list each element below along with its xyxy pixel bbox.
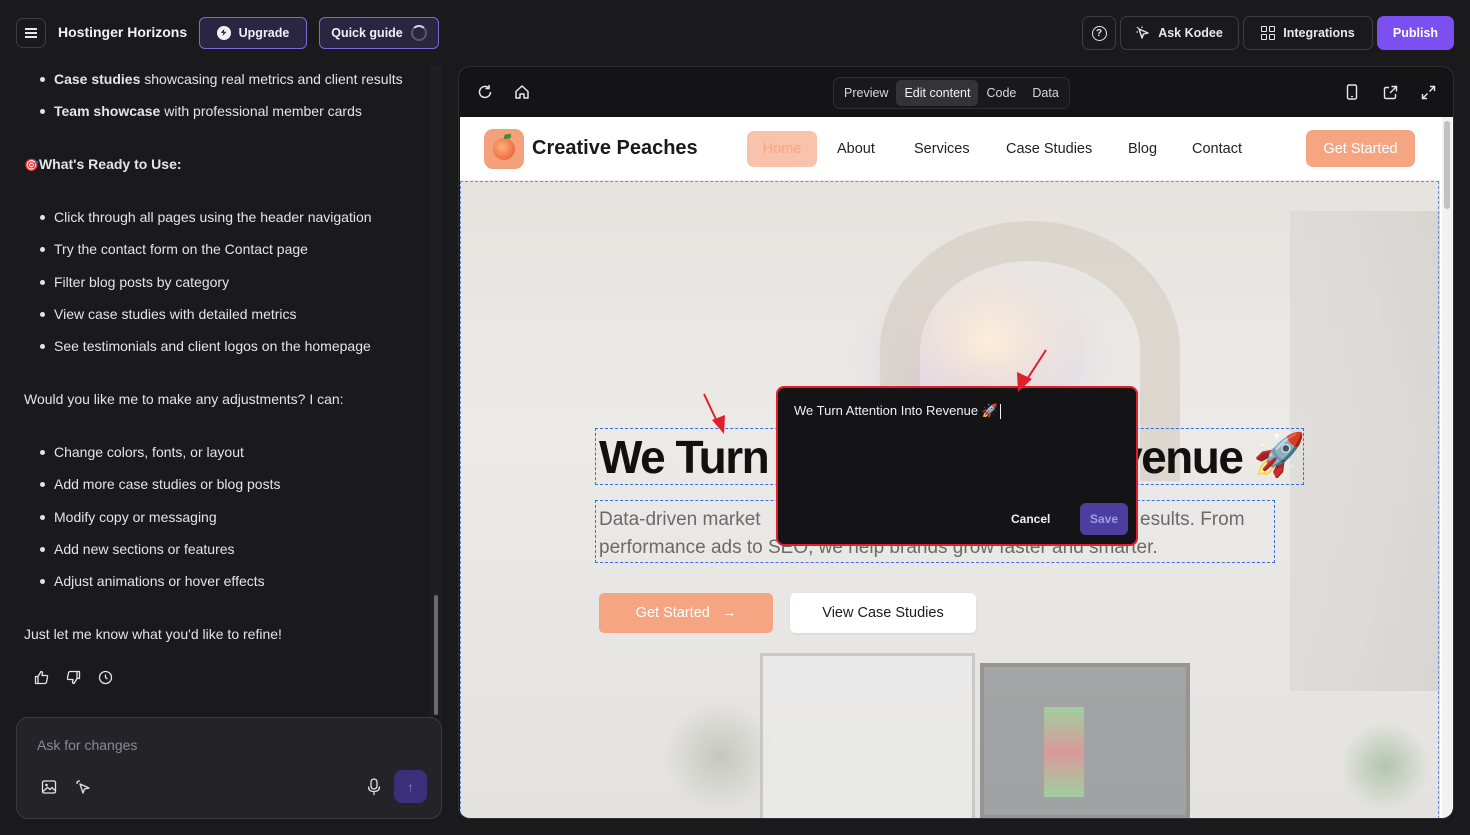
refresh-icon[interactable] <box>476 83 494 101</box>
arrow-right-icon: → <box>721 605 737 621</box>
site-scrollbar[interactable] <box>1442 117 1452 818</box>
list-item: Add more case studies or blog posts <box>40 476 280 492</box>
sparkle-cursor-icon <box>1136 26 1149 39</box>
bolt-icon <box>216 26 231 40</box>
list-item: Add new sections or features <box>40 541 235 557</box>
open-external-icon[interactable] <box>1381 83 1399 101</box>
annotation-arrow <box>703 393 725 434</box>
list-item: Modify copy or messaging <box>40 509 217 525</box>
feedback-row <box>33 669 113 685</box>
list-item: View case studies with detailed metrics <box>40 306 297 322</box>
text-caret <box>999 404 1001 420</box>
nav-services[interactable]: Services <box>914 131 970 167</box>
preview-panel: Preview Edit content Code Data Creative … <box>458 66 1454 819</box>
site-name[interactable]: Creative Peaches <box>532 137 698 160</box>
upgrade-label: Upgrade <box>238 26 290 40</box>
quick-guide-label: Quick guide <box>331 26 403 40</box>
app-title: Hostinger Horizons <box>58 24 188 40</box>
target-icon: 🎯 <box>24 158 39 172</box>
image-upload-icon[interactable] <box>41 779 57 795</box>
ask-kodee-button[interactable]: Ask Kodee <box>1120 16 1239 50</box>
integrations-label: Integrations <box>1283 26 1355 40</box>
tab-code[interactable]: Code <box>978 80 1024 106</box>
help-button[interactable]: ? <box>1082 16 1116 50</box>
hamburger-icon <box>25 29 37 37</box>
chat-panel: Case studies showcasing real metrics and… <box>0 66 440 711</box>
peach-icon <box>493 134 515 160</box>
hero-background-monitor <box>760 653 975 818</box>
list-item: Try the contact form on the Contact page <box>40 241 308 257</box>
hero-section: We Turn venue 🚀 Data-driven market esult… <box>460 181 1440 818</box>
mobile-view-icon[interactable] <box>1343 83 1361 101</box>
tab-preview[interactable]: Preview <box>836 80 896 106</box>
progress-ring-icon <box>410 25 427 41</box>
chat-closing: Just let me know what you'd like to refi… <box>24 626 282 642</box>
chat-scrollbar[interactable] <box>434 595 438 715</box>
thumbs-up-icon[interactable] <box>33 669 49 685</box>
list-item: Adjust animations or hover effects <box>40 573 265 589</box>
restore-icon[interactable] <box>97 669 113 685</box>
thumbs-down-icon[interactable] <box>65 669 81 685</box>
annotation-arrow <box>1017 349 1047 392</box>
chat-question: Would you like me to make any adjustment… <box>24 391 344 407</box>
chat-input-placeholder: Ask for changes <box>37 737 138 753</box>
send-button[interactable]: ↑ <box>394 770 427 803</box>
list-item: Click through all pages using the header… <box>40 209 372 225</box>
list-item: Change colors, fonts, or layout <box>40 444 244 460</box>
edit-text-popup: We Turn Attention Into Revenue 🚀 Cancel … <box>776 386 1138 546</box>
fullscreen-icon[interactable] <box>1419 83 1437 101</box>
list-item: Team showcase with professional member c… <box>40 103 362 119</box>
rocket-icon: 🚀 <box>1253 431 1306 478</box>
menu-button[interactable] <box>16 18 46 48</box>
edit-text-field[interactable]: We Turn Attention Into Revenue 🚀 <box>794 403 1001 420</box>
site-logo[interactable] <box>484 129 524 169</box>
view-tabs: Preview Edit content Code Data <box>833 77 1070 109</box>
list-item: See testimonials and client logos on the… <box>40 338 371 354</box>
header-get-started-button[interactable]: Get Started <box>1306 130 1415 167</box>
apps-grid-icon <box>1261 26 1276 40</box>
help-icon: ? <box>1091 25 1107 41</box>
preview-toolbar: Preview Edit content Code Data <box>459 67 1453 117</box>
list-item: Case studies showcasing real metrics and… <box>40 71 403 87</box>
section-heading: 🎯What's Ready to Use: <box>24 156 182 172</box>
hero-background-plant <box>1340 721 1430 811</box>
nav-case-studies[interactable]: Case Studies <box>1006 131 1092 167</box>
hero-get-started-button[interactable]: Get Started → <box>599 593 773 633</box>
nav-contact[interactable]: Contact <box>1192 131 1242 167</box>
site-preview: Creative Peaches Home About Services Cas… <box>460 117 1453 818</box>
tab-edit-content[interactable]: Edit content <box>896 80 979 106</box>
hero-background-door <box>1290 211 1440 691</box>
nav-about[interactable]: About <box>837 131 875 167</box>
hero-background-monitor <box>980 663 1190 818</box>
save-button[interactable]: Save <box>1080 503 1128 535</box>
nav-home[interactable]: Home <box>747 131 817 167</box>
list-item: Filter blog posts by category <box>40 274 229 290</box>
quick-guide-button[interactable]: Quick guide <box>319 17 439 49</box>
ask-kodee-label: Ask Kodee <box>1158 26 1223 40</box>
publish-button[interactable]: Publish <box>1377 16 1454 50</box>
nav-blog[interactable]: Blog <box>1128 131 1157 167</box>
chat-input[interactable]: Ask for changes ↑ <box>16 717 442 819</box>
upgrade-button[interactable]: Upgrade <box>199 17 307 49</box>
element-select-icon[interactable] <box>75 779 91 795</box>
top-bar: Hostinger Horizons Upgrade Quick guide ?… <box>0 0 1470 66</box>
site-header: Creative Peaches Home About Services Cas… <box>460 117 1440 181</box>
cancel-button[interactable]: Cancel <box>1011 512 1050 526</box>
hero-title-left[interactable]: We Turn <box>599 430 770 484</box>
arrow-up-icon: ↑ <box>407 778 414 795</box>
microphone-icon[interactable] <box>366 778 382 796</box>
view-case-studies-button[interactable]: View Case Studies <box>790 593 976 633</box>
integrations-button[interactable]: Integrations <box>1243 16 1373 50</box>
tab-data[interactable]: Data <box>1024 80 1066 106</box>
home-icon[interactable] <box>513 83 531 101</box>
